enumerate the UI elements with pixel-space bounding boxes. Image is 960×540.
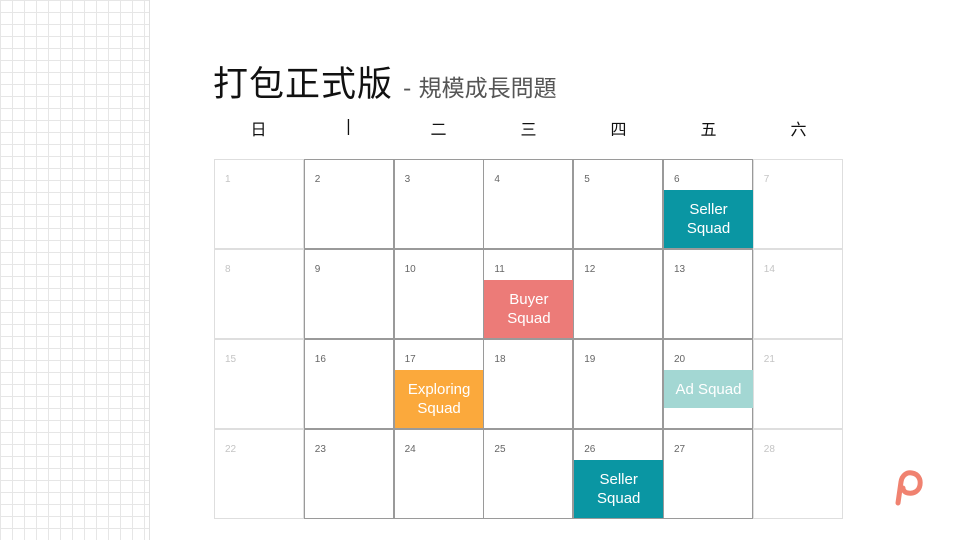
calendar-day-28[interactable]: 28 <box>752 429 843 519</box>
day-number: 11 <box>494 264 505 275</box>
day-number: 1 <box>225 174 231 185</box>
day-number: 10 <box>404 264 416 275</box>
calendar-grid: 1 2 3 4 5 6 Seller Squad 7 8 9 10 11 Buyer Squad 12 13… <box>214 159 843 519</box>
weekday-label: 五 <box>700 120 717 139</box>
calendar-day-1[interactable]: 1 <box>214 159 304 249</box>
day-number: 27 <box>674 444 686 455</box>
calendar-day-17[interactable]: 17 Exploring Squad <box>393 339 484 429</box>
calendar-day-7[interactable]: 7 <box>752 159 843 249</box>
day-number: 17 <box>404 354 416 365</box>
page-title: 打包正式版 <box>213 65 394 105</box>
calendar-event[interactable]: Seller Squad <box>664 190 753 248</box>
calendar-day-11[interactable]: 11 Buyer Squad <box>483 249 574 339</box>
calendar-day-10[interactable]: 10 <box>393 249 484 339</box>
day-number: 6 <box>674 174 680 185</box>
slide-title: 打包正式版 - 規模成長問題 <box>213 56 557 105</box>
calendar-day-14[interactable]: 14 <box>752 249 843 339</box>
calendar-day-24[interactable]: 24 <box>393 429 484 519</box>
day-number: 7 <box>763 174 770 185</box>
calendar-event[interactable]: Ad Squad <box>664 370 753 408</box>
day-number: 20 <box>674 354 686 365</box>
grid-background <box>0 0 150 540</box>
day-number: 19 <box>584 354 596 365</box>
calendar-day-23[interactable]: 23 <box>303 429 394 519</box>
weekday-header: 日 | 二 三 四 五 六 <box>214 116 843 140</box>
calendar-day-2[interactable]: 2 <box>303 159 394 249</box>
calendar-day-25[interactable]: 25 <box>483 429 574 519</box>
calendar-day-12[interactable]: 12 <box>573 249 664 339</box>
day-number: 21 <box>763 354 775 365</box>
calendar-day-20[interactable]: 20 Ad Squad <box>663 339 753 429</box>
calendar-day-3[interactable]: 3 <box>393 159 484 249</box>
calendar-event[interactable]: Seller Squad <box>574 460 664 518</box>
day-number: 3 <box>404 174 411 185</box>
calendar-day-27[interactable]: 27 <box>663 429 753 519</box>
day-number: 26 <box>584 444 596 455</box>
weekday-label: 六 <box>790 120 807 139</box>
weekday-label: 日 <box>250 120 267 139</box>
calendar-day-19[interactable]: 19 <box>573 339 664 429</box>
day-number: 28 <box>763 444 775 455</box>
day-number: 22 <box>225 444 237 455</box>
weekday-label: 四 <box>610 120 627 139</box>
day-number: 5 <box>584 174 590 185</box>
weekday-label: 三 <box>520 120 537 139</box>
day-number: 15 <box>225 354 237 365</box>
calendar-day-18[interactable]: 18 <box>483 339 574 429</box>
calendar-day-9[interactable]: 9 <box>303 249 394 339</box>
day-number: 8 <box>225 264 231 275</box>
weekday-label: 二 <box>430 120 447 139</box>
calendar-day-26[interactable]: 26 Seller Squad <box>573 429 664 519</box>
day-number: 14 <box>763 264 775 275</box>
day-number: 16 <box>314 354 326 365</box>
calendar-day-16[interactable]: 16 <box>303 339 394 429</box>
calendar-day-4[interactable]: 4 <box>483 159 574 249</box>
day-number: 24 <box>404 444 416 455</box>
calendar-event[interactable]: Exploring Squad <box>394 370 484 428</box>
day-number: 13 <box>674 264 686 275</box>
calendar-day-21[interactable]: 21 <box>752 339 843 429</box>
calendar-day-15[interactable]: 15 <box>214 339 304 429</box>
day-number: 12 <box>584 264 596 275</box>
day-number: 2 <box>314 174 321 185</box>
weekday-label: | <box>345 116 352 135</box>
day-number: 25 <box>494 444 506 455</box>
calendar-day-5[interactable]: 5 <box>573 159 664 249</box>
brand-logo-icon <box>895 470 923 506</box>
day-number: 18 <box>494 354 506 365</box>
day-number: 9 <box>314 264 321 275</box>
calendar-day-13[interactable]: 13 <box>663 249 753 339</box>
day-number: 4 <box>494 174 500 185</box>
calendar-event[interactable]: Buyer Squad <box>484 280 574 338</box>
page-subtitle: - 規模成長問題 <box>403 76 557 102</box>
calendar-day-8[interactable]: 8 <box>214 249 304 339</box>
calendar-day-22[interactable]: 22 <box>214 429 304 519</box>
calendar-day-6[interactable]: 6 Seller Squad <box>663 159 753 249</box>
day-number: 23 <box>314 444 326 455</box>
